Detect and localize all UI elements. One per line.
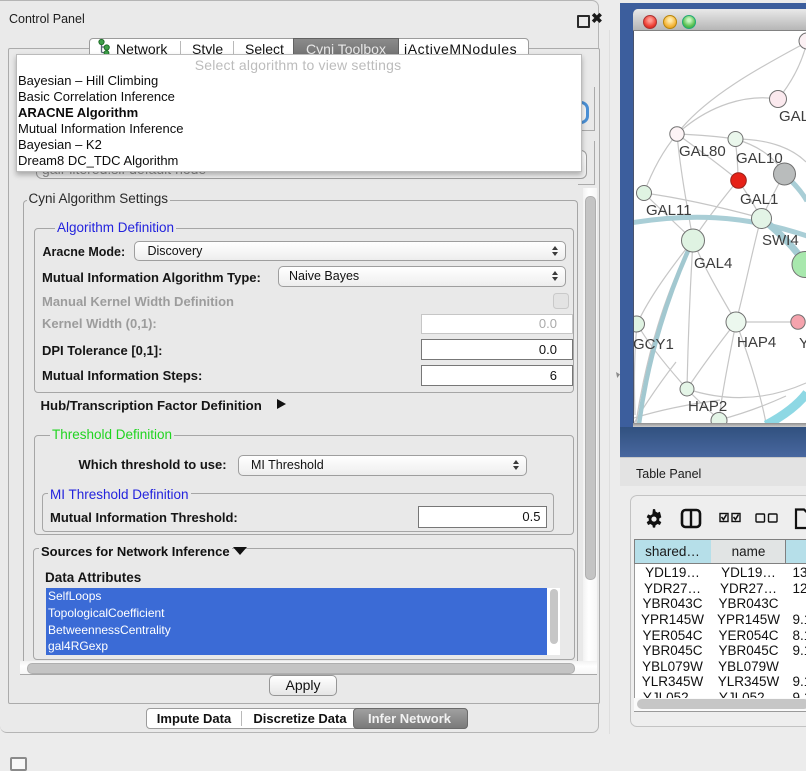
svg-text:Y: Y bbox=[799, 335, 806, 352]
svg-text:GCY1: GCY1 bbox=[634, 336, 674, 353]
svg-text:HAP4: HAP4 bbox=[737, 334, 776, 351]
svg-text:HAP2: HAP2 bbox=[688, 398, 727, 415]
svg-text:GAL4: GAL4 bbox=[694, 255, 732, 272]
svg-text:GAL80: GAL80 bbox=[679, 143, 726, 160]
svg-text:GAL1: GAL1 bbox=[740, 191, 778, 208]
svg-text:GAL10: GAL10 bbox=[736, 150, 783, 167]
svg-text:SWI4: SWI4 bbox=[762, 232, 799, 249]
svg-text:GAL11: GAL11 bbox=[646, 202, 692, 219]
svg-text:GAL7: GAL7 bbox=[779, 108, 806, 125]
